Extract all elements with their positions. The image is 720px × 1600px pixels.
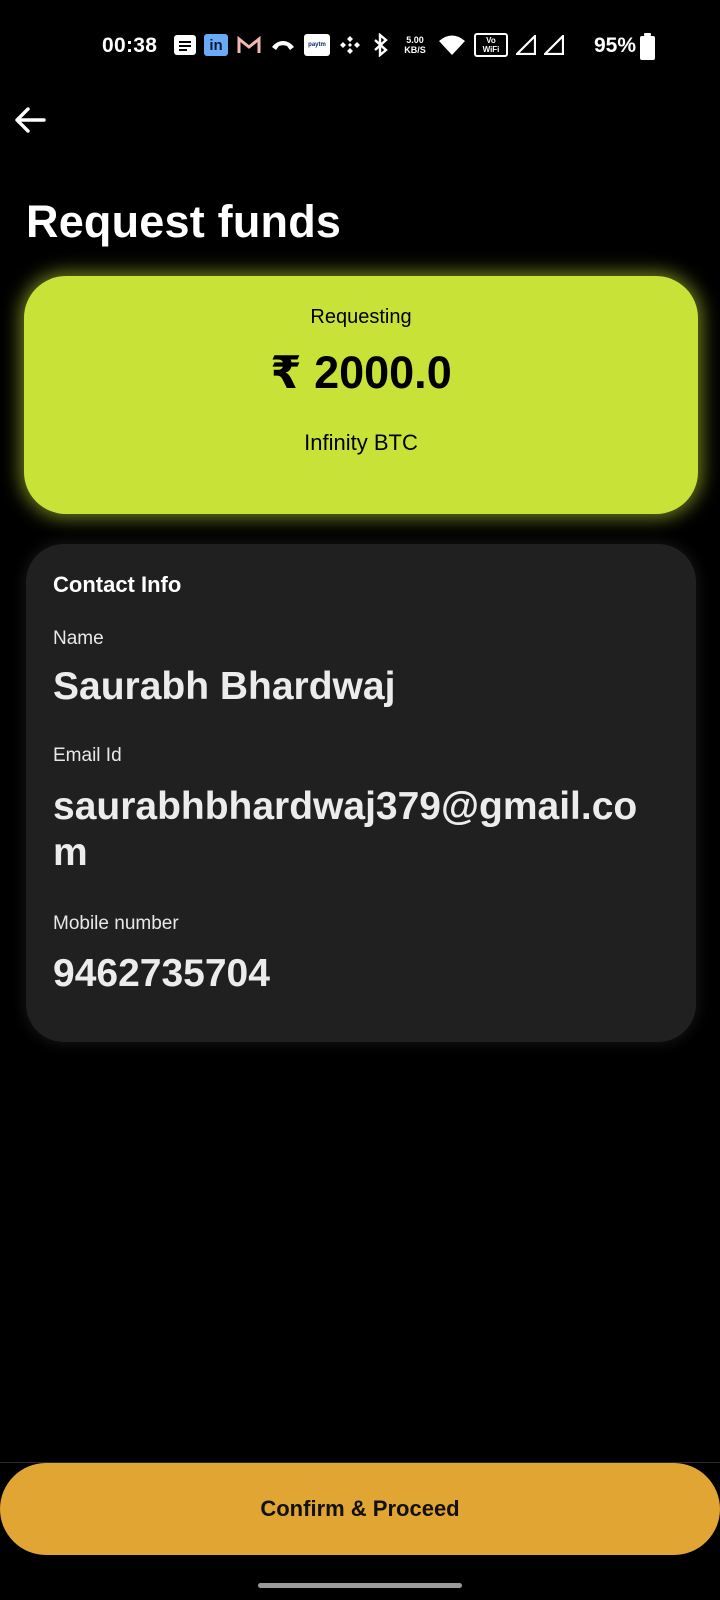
home-indicator[interactable] — [258, 1583, 462, 1588]
requesting-label: Requesting — [310, 306, 412, 328]
contact-info-card: Contact Info Name Saurabh Bhardwaj Email… — [26, 544, 696, 1042]
status-icons: in paytm 5.00 KB/S Vo WiFi — [174, 32, 564, 58]
mobile-label: Mobile number — [53, 913, 179, 934]
call-icon — [270, 32, 296, 58]
gmail-icon — [236, 32, 262, 58]
notes-icon — [174, 35, 196, 55]
request-amount-card: Requesting ₹ 2000.0 Infinity BTC — [24, 276, 698, 514]
binance-icon — [338, 32, 362, 58]
battery-icon — [640, 33, 655, 60]
network-speed-icon: 5.00 KB/S — [400, 32, 430, 58]
vowifi-icon: Vo WiFi — [474, 33, 508, 57]
email-label: Email Id — [53, 745, 122, 766]
battery-percent: 95% — [594, 34, 637, 57]
confirm-proceed-button[interactable]: Confirm & Proceed — [0, 1463, 720, 1555]
back-button[interactable] — [12, 102, 48, 138]
paytm-icon: paytm — [304, 34, 330, 56]
network-speed-value: 5.00 — [406, 35, 424, 45]
wallet-name: Infinity BTC — [304, 430, 418, 455]
page-title: Request funds — [26, 196, 342, 247]
bluetooth-icon — [370, 32, 392, 58]
mobile-value: 9462735704 — [53, 952, 270, 995]
screen: 00:38 in paytm 5.00 KB/S Vo WiFi 95% Req… — [0, 0, 720, 1600]
arrow-left-icon — [15, 107, 46, 133]
vowifi-top: Vo — [486, 36, 496, 45]
signal-icon — [544, 32, 564, 58]
name-value: Saurabh Bhardwaj — [53, 665, 396, 708]
network-speed-unit: KB/S — [404, 45, 426, 55]
status-time: 00:38 — [102, 34, 158, 57]
vowifi-bottom: WiFi — [482, 45, 500, 54]
contact-info-heading: Contact Info — [53, 572, 182, 597]
linkedin-icon: in — [204, 34, 228, 56]
signal-icon — [516, 32, 536, 58]
status-bar: 00:38 in paytm 5.00 KB/S Vo WiFi 95% — [0, 28, 720, 68]
wifi-icon — [438, 32, 466, 58]
name-label: Name — [53, 628, 104, 649]
email-value: saurabhbhardwaj379@gmail.com — [53, 785, 638, 874]
request-amount: ₹ 2000.0 — [270, 347, 452, 398]
